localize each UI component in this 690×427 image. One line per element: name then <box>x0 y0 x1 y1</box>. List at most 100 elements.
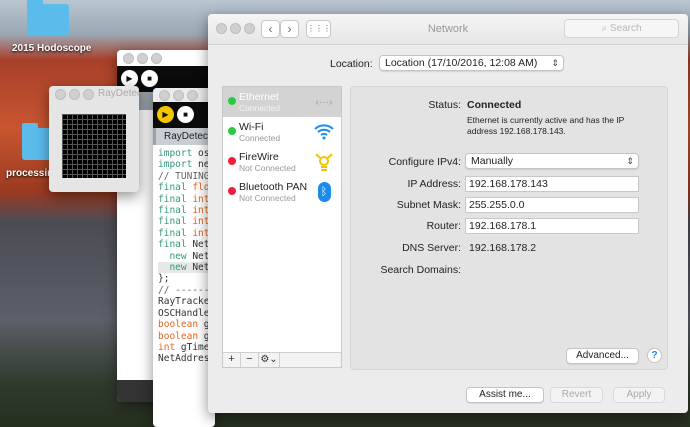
editor-tab[interactable]: RayDetector <box>156 128 215 145</box>
code-line: boolean gS <box>158 319 215 330</box>
configure-ipv4-value: Manually <box>471 155 514 167</box>
code-line: RayTracker <box>158 296 215 307</box>
code-token: boolean <box>158 319 204 331</box>
code-token: final <box>158 193 193 205</box>
dns-server-value: 192.168.178.2 <box>469 242 537 254</box>
status-label: Status: <box>428 99 461 111</box>
code-line: // TUNING <box>158 171 215 182</box>
code-token: // ------ <box>158 284 210 296</box>
advanced-button[interactable]: Advanced... <box>566 348 639 364</box>
wifi-icon <box>313 122 335 142</box>
router-field[interactable]: 192.168.178.1 <box>465 218 639 234</box>
add-service-button[interactable]: + <box>223 353 241 367</box>
chevron-updown-icon: ⇕ <box>626 156 634 166</box>
subnet-mask-field[interactable]: 255.255.0.0 <box>465 197 639 213</box>
service-item-wi-fi[interactable]: Wi-Fi Connected <box>223 117 341 147</box>
code-line: final float <box>158 182 215 193</box>
status-dot <box>228 187 236 195</box>
code-token: import <box>158 159 199 171</box>
subnet-mask-label: Subnet Mask: <box>396 199 461 211</box>
code-token: import <box>158 148 199 159</box>
run-icon[interactable]: ▶ <box>157 106 174 123</box>
search-icon: ⌕ <box>601 23 610 34</box>
code-line: new NetA <box>158 251 215 262</box>
window-title: RayDetector <box>98 88 139 99</box>
code-token: boolean <box>158 330 204 342</box>
service-name: FireWire <box>239 151 279 163</box>
code-editor[interactable]: import oscimport net// TUNINGfinal float… <box>158 148 215 365</box>
status-dot <box>228 127 236 135</box>
code-line: import osc <box>158 148 215 159</box>
folder-label[interactable]: 2015 Hodoscope <box>12 43 91 54</box>
service-status: Connected <box>239 133 281 143</box>
code-token: new <box>158 262 193 274</box>
stop-icon[interactable]: ■ <box>177 106 194 123</box>
run-icon[interactable]: ▶ <box>121 70 138 87</box>
code-line: import net <box>158 159 215 170</box>
code-token: final <box>158 182 193 194</box>
search-placeholder: Search <box>609 23 642 34</box>
code-line: int gTimeP <box>158 342 215 353</box>
service-status: Not Connected <box>239 163 296 173</box>
code-token: final <box>158 216 193 228</box>
search-domains-label: Search Domains: <box>380 264 461 276</box>
code-token: int <box>158 341 181 353</box>
service-name: Bluetooth PAN <box>239 181 308 193</box>
code-token: new <box>158 250 193 262</box>
network-window: ‹ › ⋮⋮⋮ Network ⌕ Search Location: Locat… <box>208 14 688 413</box>
apply-button[interactable]: Apply <box>613 387 665 403</box>
status-dot <box>228 157 236 165</box>
status-description: Ethernet is currently active and has the… <box>467 115 625 136</box>
code-token: }; <box>158 273 170 285</box>
code-line: // ------ <box>158 285 215 296</box>
service-status: Not Connected <box>239 193 296 203</box>
service-name: Ethernet <box>239 91 279 103</box>
help-button[interactable]: ? <box>647 348 662 363</box>
code-token: final <box>158 227 193 239</box>
code-line: boolean gR <box>158 331 215 342</box>
processing-window[interactable]: ▶ ■ RayDetector import osc import net// TU… <box>153 88 215 427</box>
code-line: final int <box>158 194 215 205</box>
chevron-updown-icon: ⇕ <box>551 58 559 68</box>
code-token: int <box>192 205 210 217</box>
search-field[interactable]: ⌕ Search <box>564 19 679 38</box>
code-token: RayTracker <box>158 296 215 308</box>
code-token: int <box>192 227 210 239</box>
status-dot <box>228 97 236 105</box>
configure-ipv4-select[interactable]: Manually ⇕ <box>465 153 639 169</box>
status-value: Connected <box>467 99 522 111</box>
location-label: Location: <box>330 58 373 70</box>
service-name: Wi-Fi <box>239 121 264 133</box>
configure-ipv4-label: Configure IPv4: <box>388 156 461 168</box>
code-line: new NetA <box>158 262 215 274</box>
location-value: Location (17/10/2016, 12:08 AM) <box>385 57 538 69</box>
code-line: final int <box>158 228 215 239</box>
code-line: OSCHandler <box>158 308 215 319</box>
dns-server-label: DNS Server: <box>402 242 461 254</box>
raydetector-window[interactable]: RayDetector <box>49 86 139 192</box>
assist-me-button[interactable]: Assist me... <box>466 387 544 403</box>
revert-button[interactable]: Revert <box>550 387 603 403</box>
ip-address-label: IP Address: <box>407 178 461 190</box>
code-token: int <box>192 216 210 228</box>
location-select[interactable]: Location (17/10/2016, 12:08 AM) ⇕ <box>379 55 564 71</box>
ip-address-field[interactable]: 192.168.178.143 <box>465 176 639 192</box>
stop-icon[interactable]: ■ <box>141 70 158 87</box>
code-line: }; <box>158 273 215 284</box>
code-line: final int <box>158 216 215 227</box>
code-token: final <box>158 205 193 217</box>
gear-menu-button[interactable]: ⚙⌄ <box>259 353 280 367</box>
detector-grid <box>62 114 126 178</box>
code-token: OSCHandler <box>158 307 215 319</box>
details-panel: Status: Connected Ethernet is currently … <box>350 86 668 370</box>
code-line: final int <box>158 205 215 216</box>
code-token: final <box>158 239 193 251</box>
code-token: int <box>192 193 210 205</box>
code-token: // TUNING <box>158 170 210 182</box>
code-line: final NetA <box>158 239 215 250</box>
router-label: Router: <box>426 220 461 232</box>
folder-icon[interactable] <box>27 0 69 36</box>
code-line: NetAddress <box>158 353 215 364</box>
list-toolbar: + − ⚙⌄ <box>223 352 341 367</box>
remove-service-button[interactable]: − <box>241 353 259 367</box>
